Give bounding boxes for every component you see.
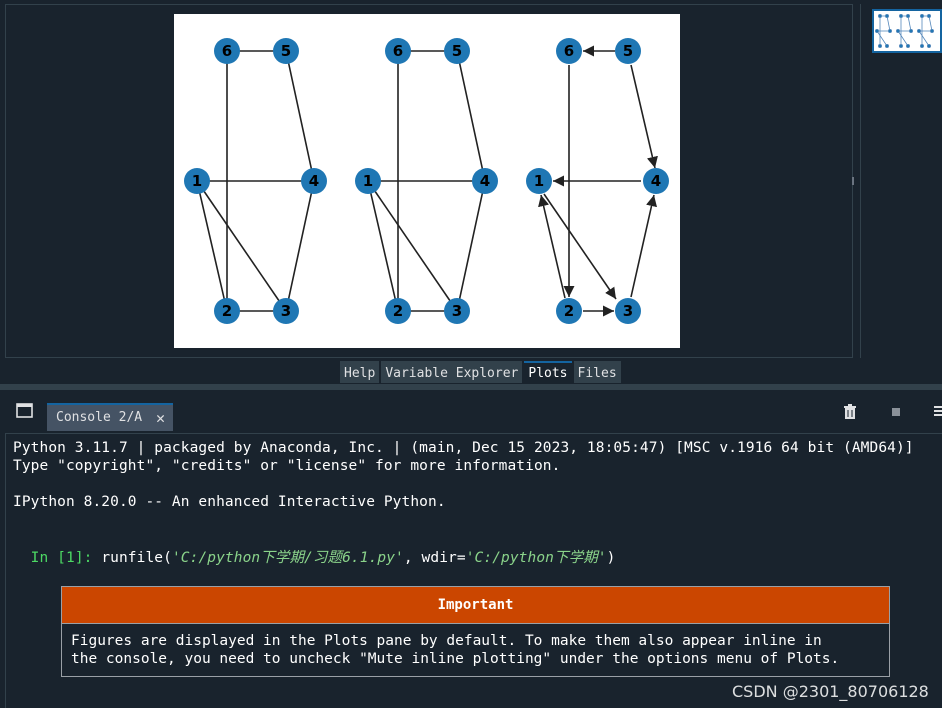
svg-text:4: 4: [309, 172, 319, 190]
cmd-filepath: 'C:/python下学期/习题6.1.py': [171, 550, 404, 566]
important-notice: Important Figures are displayed in the P…: [61, 586, 890, 677]
console-line-copyright: Type "copyright", "credits" or "license"…: [13, 458, 561, 474]
tab-plots[interactable]: Plots: [524, 361, 572, 383]
cmd-wdir: , wdir=: [403, 550, 466, 566]
console-line-python-version: Python 3.11.7 | packaged by Anaconda, In…: [13, 440, 914, 456]
svg-text:2: 2: [564, 302, 574, 320]
cmd-runfile: runfile(: [92, 550, 172, 566]
options-menu-icon[interactable]: [934, 404, 942, 418]
svg-text:5: 5: [452, 42, 462, 60]
svg-text:3: 3: [623, 302, 633, 320]
plot-thumbnail[interactable]: [872, 9, 942, 53]
cmd-wdir-path: 'C:/python下学期': [465, 550, 607, 566]
svg-text:2: 2: [393, 302, 403, 320]
horizontal-splitter[interactable]: [0, 384, 942, 390]
tab-files[interactable]: Files: [573, 361, 621, 383]
close-icon[interactable]: ✕: [156, 405, 165, 431]
trash-icon[interactable]: [843, 404, 857, 420]
new-console-icon[interactable]: [16, 403, 34, 419]
input-prompt: In [1]:: [30, 550, 93, 566]
cmd-close-paren: ): [606, 550, 616, 566]
svg-text:1: 1: [534, 172, 544, 190]
pane-tabbar: Help Variable Explorer Plots Files: [340, 361, 623, 383]
svg-text:3: 3: [281, 302, 291, 320]
svg-text:6: 6: [564, 42, 574, 60]
svg-text:5: 5: [281, 42, 291, 60]
svg-text:2: 2: [222, 302, 232, 320]
graph-3: [538, 45, 658, 317]
svg-text:4: 4: [480, 172, 490, 190]
watermark: CSDN @2301_80706128: [732, 682, 929, 701]
svg-text:3: 3: [452, 302, 462, 320]
splitter-handle[interactable]: [852, 177, 854, 185]
plot-figure: 6 5 1 4 2 3 6 5 1 4 2 3 6 5 1 4 2 3: [174, 14, 680, 348]
important-text: Figures are displayed in the Plots pane …: [71, 633, 840, 667]
console-tab-label: Console 2/A: [56, 410, 143, 425]
console-line-ipython: IPython 8.20.0 -- An enhanced Interactiv…: [13, 494, 446, 510]
svg-text:6: 6: [222, 42, 232, 60]
stop-icon[interactable]: [892, 408, 900, 416]
svg-text:1: 1: [192, 172, 202, 190]
graph-2: [367, 50, 486, 312]
tab-variable-explorer[interactable]: Variable Explorer: [381, 361, 523, 383]
tab-console[interactable]: Console 2/A ✕: [47, 403, 173, 431]
svg-text:1: 1: [363, 172, 373, 190]
svg-text:5: 5: [623, 42, 633, 60]
console-line-runfile: In [1]: runfile('C:/python下学期/习题6.1.py',…: [13, 530, 616, 567]
tab-help[interactable]: Help: [340, 361, 380, 383]
svg-text:4: 4: [651, 172, 661, 190]
important-title: Important: [62, 587, 889, 624]
svg-text:6: 6: [393, 42, 403, 60]
plot-thumbnails-panel: [860, 4, 942, 358]
graph-1: [196, 50, 315, 312]
